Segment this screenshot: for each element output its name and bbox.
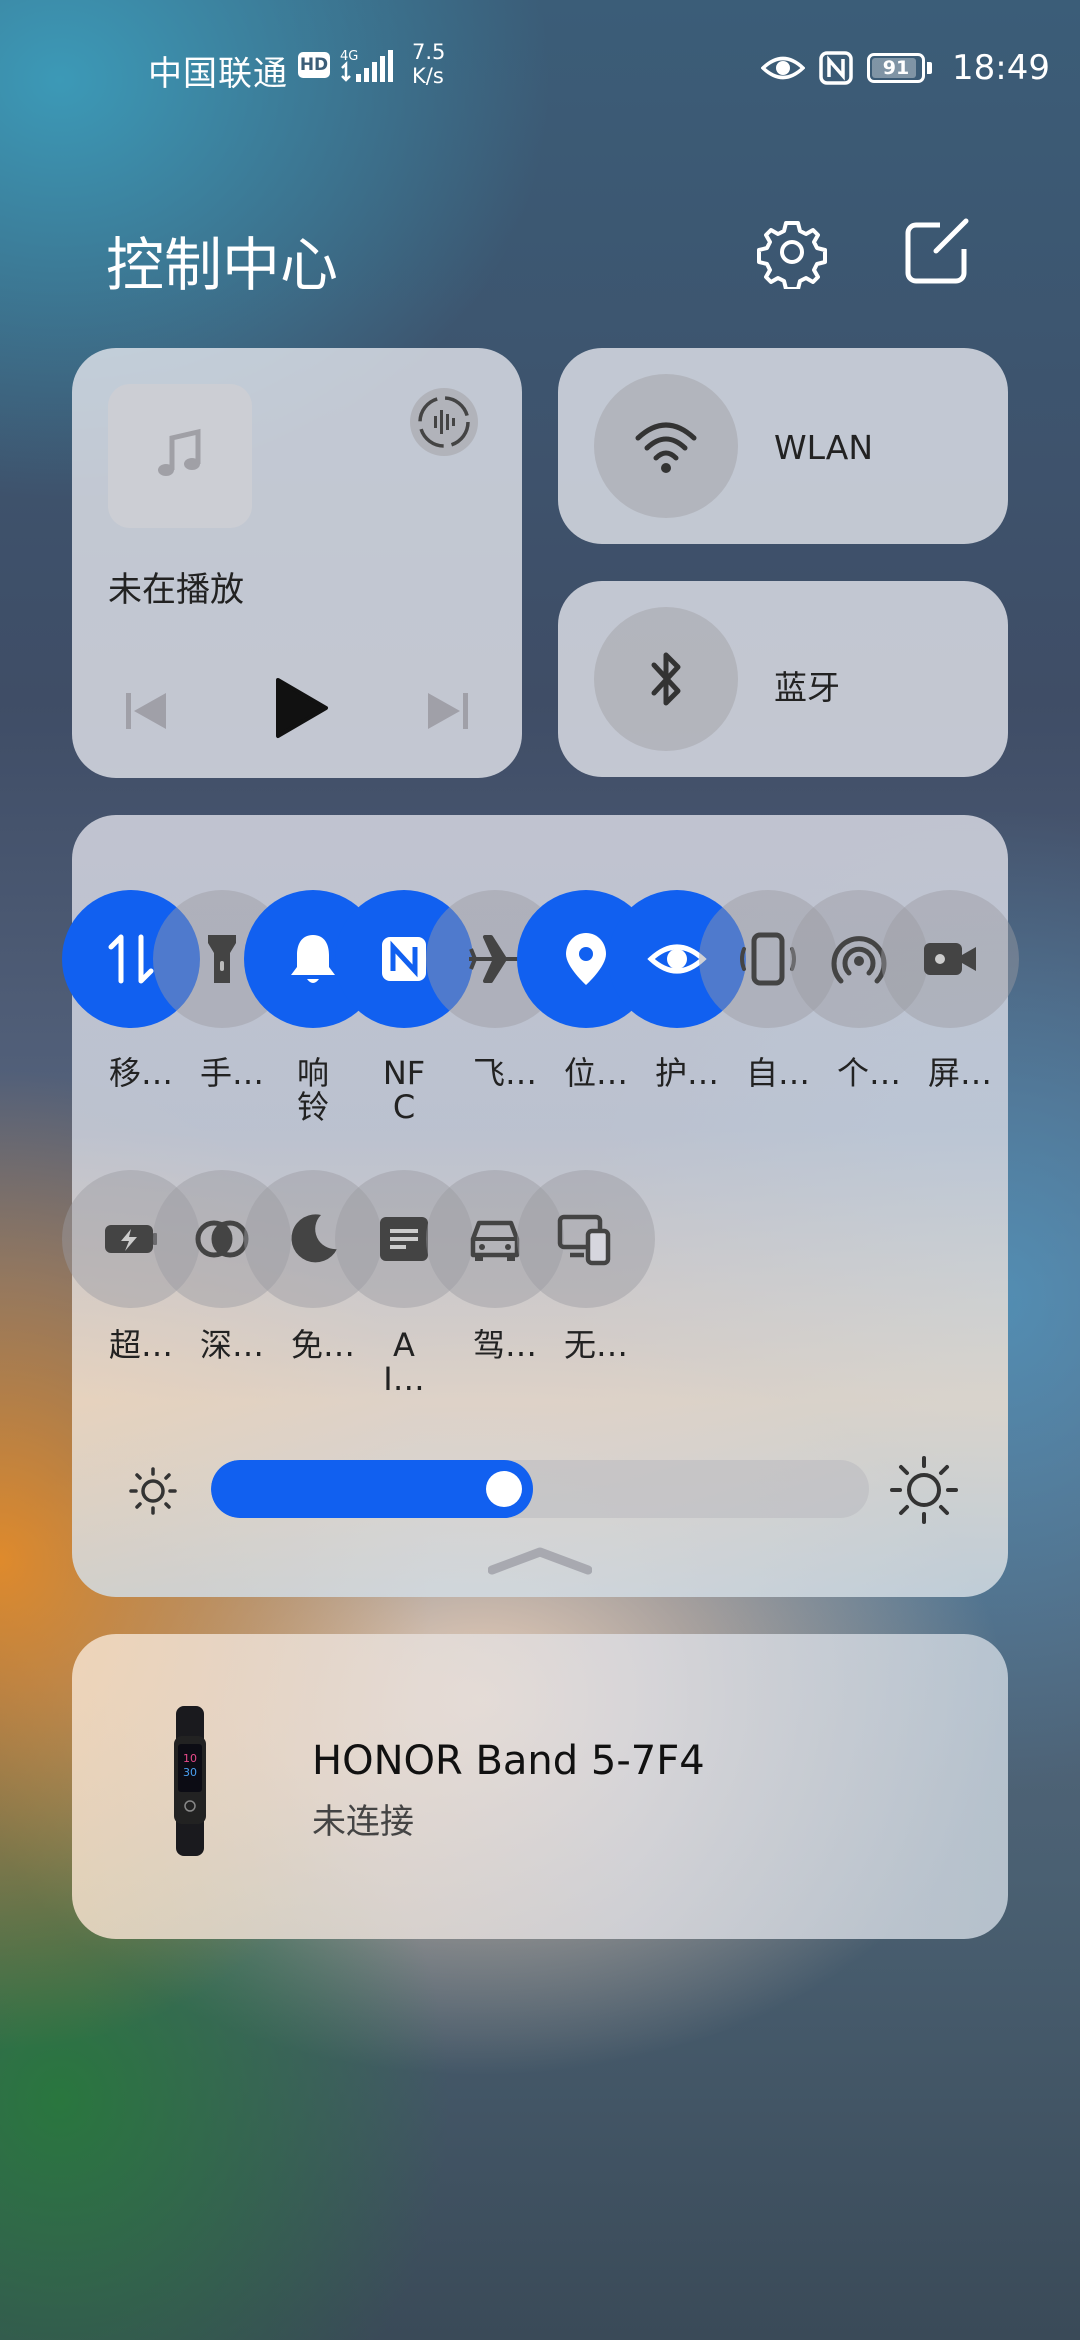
settings-button[interactable] bbox=[755, 215, 829, 291]
do-not-disturb-icon bbox=[291, 1214, 337, 1263]
wlan-card[interactable]: WLAN bbox=[558, 348, 1008, 544]
audio-output-icon bbox=[418, 396, 470, 448]
ai-subtitle-icon bbox=[380, 1217, 428, 1261]
net-speed-unit: K/s bbox=[412, 64, 444, 88]
tile-label: NFC bbox=[382, 1054, 426, 1126]
tile-label: 位… bbox=[564, 1054, 629, 1092]
eye-comfort-icon bbox=[647, 944, 707, 974]
tile-label: 屏… bbox=[928, 1054, 993, 1092]
tile-label: 免… bbox=[291, 1326, 356, 1364]
brightness-high-icon bbox=[890, 1456, 958, 1524]
nfc-icon bbox=[382, 937, 426, 981]
screen-record-icon bbox=[924, 943, 976, 975]
tile-label: 护… bbox=[655, 1054, 720, 1092]
tile-label: 自… bbox=[746, 1054, 811, 1092]
album-art bbox=[108, 384, 252, 528]
next-icon[interactable] bbox=[420, 683, 476, 739]
device-name: HONOR Band 5-7F4 bbox=[312, 1738, 705, 1784]
net-speed-value: 7.5 bbox=[412, 40, 446, 64]
svg-text:4G: 4G bbox=[340, 49, 358, 64]
device-status: 未连接 bbox=[312, 1802, 414, 1842]
edit-button[interactable] bbox=[900, 215, 974, 289]
status-bar: 中国联通 HD 4G 7.5 K/s 91 18:49 bbox=[0, 38, 1080, 98]
tile-label: AI… bbox=[383, 1326, 425, 1398]
gear-icon bbox=[757, 221, 827, 291]
hd-badge: HD bbox=[298, 52, 330, 78]
location-icon bbox=[566, 933, 606, 985]
battery-level: 91 bbox=[882, 57, 910, 79]
brightness-slider[interactable] bbox=[211, 1460, 869, 1518]
flashlight-icon bbox=[208, 935, 236, 983]
bluetooth-label: 蓝牙 bbox=[774, 668, 840, 707]
audio-output-button[interactable] bbox=[410, 388, 478, 456]
tile-label: 驾… bbox=[473, 1326, 538, 1364]
tile-label: 超… bbox=[109, 1326, 174, 1364]
tile-wireless-projection[interactable] bbox=[517, 1170, 655, 1308]
brightness-low-icon bbox=[129, 1467, 177, 1515]
smart-band-icon: 10 30 bbox=[174, 1706, 206, 1856]
media-card[interactable]: 未在播放 bbox=[72, 348, 522, 778]
previous-icon[interactable] bbox=[118, 683, 174, 739]
svg-text:10: 10 bbox=[183, 1752, 197, 1765]
eye-icon bbox=[761, 56, 806, 80]
device-card[interactable]: 10 30 HONOR Band 5-7F4 未连接 bbox=[72, 1634, 1008, 1939]
wireless-projection-icon bbox=[557, 1214, 611, 1266]
clock: 18:49 bbox=[952, 48, 1050, 88]
collapse-handle-icon[interactable] bbox=[488, 1546, 592, 1576]
tile-label: 个… bbox=[837, 1054, 902, 1092]
mobile-data-icon bbox=[108, 934, 154, 984]
brightness-thumb[interactable] bbox=[486, 1471, 522, 1507]
airplane-icon bbox=[469, 935, 521, 983]
hotspot-icon bbox=[831, 936, 887, 984]
tile-label: 深… bbox=[200, 1326, 265, 1364]
wlan-toggle[interactable] bbox=[594, 374, 738, 518]
nfc-icon bbox=[819, 51, 853, 85]
play-icon[interactable] bbox=[270, 676, 330, 740]
battery-tip bbox=[927, 62, 933, 74]
tile-label: 响铃 bbox=[296, 1054, 329, 1126]
bluetooth-icon bbox=[651, 652, 681, 706]
tile-label: 无… bbox=[564, 1326, 629, 1364]
svg-text:30: 30 bbox=[183, 1766, 197, 1779]
tile-label: 飞… bbox=[473, 1054, 538, 1092]
page-title: 控制中心 bbox=[106, 231, 339, 299]
bluetooth-card[interactable]: 蓝牙 bbox=[558, 581, 1008, 777]
battery-icon: 91 bbox=[867, 53, 926, 83]
net-speed: 7.5 K/s bbox=[412, 40, 445, 88]
tile-screen-record[interactable] bbox=[881, 890, 1019, 1028]
carrier-name: 中国联通 bbox=[148, 54, 288, 94]
tile-label: 移… bbox=[109, 1054, 174, 1092]
signal-icon: 4G bbox=[340, 49, 393, 82]
dark-mode-icon bbox=[195, 1220, 249, 1258]
wifi-icon bbox=[635, 422, 697, 473]
driving-mode-icon bbox=[470, 1220, 520, 1261]
brightness-fill bbox=[211, 1460, 533, 1518]
media-status: 未在播放 bbox=[108, 570, 244, 610]
music-note-icon bbox=[158, 428, 201, 476]
wlan-label: WLAN bbox=[774, 428, 874, 467]
auto-rotate-icon bbox=[740, 932, 796, 986]
edit-icon bbox=[905, 218, 969, 284]
power-saving-icon bbox=[105, 1225, 157, 1253]
tile-label: 手… bbox=[200, 1054, 265, 1092]
bell-icon bbox=[291, 935, 335, 983]
bluetooth-toggle[interactable] bbox=[594, 607, 738, 751]
